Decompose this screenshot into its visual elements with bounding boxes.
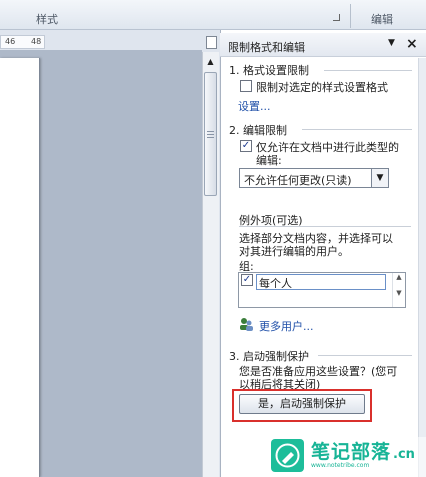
edit-type-select[interactable]: 不允许任何更改(只读) ▼ xyxy=(239,168,389,188)
exceptions-desc-line2: 对其进行编辑的用户。 xyxy=(239,245,349,258)
ribbon-separator xyxy=(350,4,351,28)
section2-heading: 2. 编辑限制 xyxy=(229,124,287,137)
scroll-up-icon[interactable]: ▲ xyxy=(204,55,217,69)
watermark-url: www.notetribe.com xyxy=(311,462,370,469)
everyone-item[interactable]: 每个人 xyxy=(256,274,386,290)
styles-dialog-launcher-icon[interactable] xyxy=(333,14,340,21)
everyone-checkbox[interactable]: ✓ xyxy=(241,274,253,286)
watermark-suffix: .cn xyxy=(393,447,415,462)
edit-type-value: 不允许任何更改(只读) xyxy=(244,174,352,187)
users-icon xyxy=(240,318,253,331)
document-page[interactable] xyxy=(0,58,40,477)
start-enforcing-button[interactable]: 是，启动强制保护 xyxy=(239,394,365,414)
horizontal-ruler: 46 48 xyxy=(0,35,45,49)
section3-heading: 3. 启动强制保护 xyxy=(229,350,309,363)
close-icon[interactable]: × xyxy=(406,36,418,52)
thumb-grip xyxy=(207,137,214,138)
ruler-tick: 48 xyxy=(31,37,42,46)
settings-link[interactable]: 设置... xyxy=(238,98,271,114)
ribbon: 样式 编辑 xyxy=(0,0,426,30)
edit-restrict-checkbox[interactable]: ✓ xyxy=(240,140,252,152)
watermark-brand: 笔记部落 xyxy=(311,441,392,463)
divider xyxy=(324,70,412,71)
split-view-icon[interactable] xyxy=(206,36,217,49)
pen-icon xyxy=(271,439,304,472)
edit-group-label: 编辑 xyxy=(371,13,393,26)
listbox-scrollbar[interactable]: ▲ ▼ xyxy=(392,273,405,307)
thumb-grip xyxy=(207,134,214,135)
chevron-down-icon[interactable]: ▼ xyxy=(371,169,388,187)
thumb-grip xyxy=(207,131,214,132)
divider xyxy=(302,129,412,130)
pane-menu-icon[interactable]: ▼ xyxy=(388,38,395,48)
styles-group-label: 样式 xyxy=(36,13,58,26)
ruler-tick: 46 xyxy=(5,37,16,46)
edit-restrict-label-line2: 编辑: xyxy=(256,154,282,167)
section1-heading: 1. 格式设置限制 xyxy=(229,64,309,77)
divider xyxy=(318,355,412,356)
pane-scroll-track xyxy=(418,58,426,477)
format-restrict-label: 限制对选定的样式设置格式 xyxy=(256,81,388,94)
pane-title: 限制格式和编辑 xyxy=(228,41,305,54)
more-users-link[interactable]: 更多用户... xyxy=(259,318,314,334)
format-restrict-checkbox[interactable] xyxy=(240,80,252,92)
divider xyxy=(239,226,411,227)
